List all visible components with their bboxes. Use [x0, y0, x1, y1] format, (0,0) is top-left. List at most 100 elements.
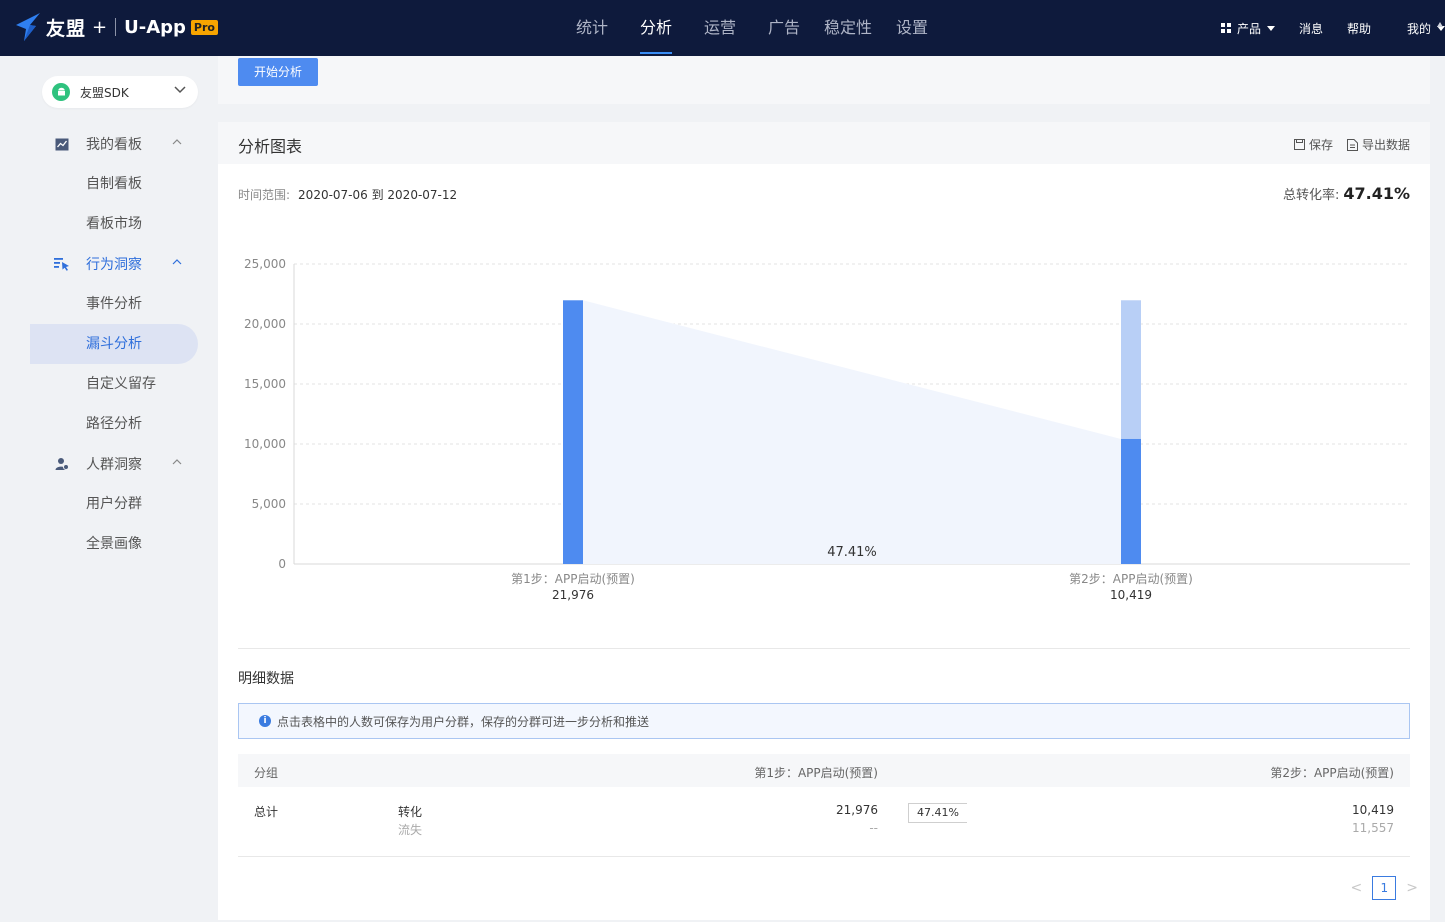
conversion-area	[583, 300, 1121, 564]
info-icon: i	[259, 715, 271, 727]
sidebar-group-audience[interactable]: 人群洞察	[30, 444, 198, 484]
y-tick-label: 0	[278, 557, 286, 571]
funnel-bar	[1121, 438, 1141, 564]
bar-value-label: 10,419	[1110, 588, 1152, 602]
prev-page-button[interactable]: <	[1351, 880, 1363, 896]
sidebar: 友盟SDK 我的看板 自制看板 看板市场 行为洞察 事件分析 漏斗分析 自定义留…	[0, 56, 218, 922]
export-label: 导出数据	[1361, 138, 1410, 152]
y-tick-label: 5,000	[252, 497, 286, 511]
card-header: 分析图表 保存 导出数据	[218, 122, 1430, 164]
step2-convert-count[interactable]: 10,419	[1352, 803, 1394, 817]
sidebar-menu: 我的看板 自制看板 看板市场 行为洞察 事件分析 漏斗分析 自定义留存 路径分析…	[30, 124, 198, 564]
export-data-button[interactable]: 导出数据	[1346, 136, 1410, 153]
bar-value-label: 21,976	[552, 588, 594, 602]
card-actions: 保存 导出数据	[1280, 136, 1410, 153]
nav-guanggao[interactable]: 广告	[752, 0, 816, 56]
android-icon	[52, 83, 70, 101]
products-label: 产品	[1236, 21, 1261, 36]
nav-wendingxing[interactable]: 稳定性	[816, 0, 880, 56]
time-range-label: 时间范围:	[238, 188, 291, 202]
row-group: 总计	[254, 805, 279, 819]
query-panel: 开始分析	[218, 56, 1430, 104]
step1-convert-count[interactable]: 21,976	[836, 803, 878, 817]
behavior-icon	[54, 256, 70, 272]
page-1-button[interactable]: 1	[1372, 876, 1397, 900]
sidebar-item-dashboard-market[interactable]: 看板市场	[30, 204, 198, 244]
pagination: < 1 >	[1351, 876, 1418, 900]
total-conversion-rate: 总转化率: 47.41%	[1283, 184, 1410, 203]
y-tick-label: 10,000	[244, 437, 286, 451]
column-header-step2: 第2步：APP启动(预置)	[1270, 766, 1394, 780]
logo[interactable]: 友盟 + U-App Pro	[14, 10, 218, 44]
info-text: 点击表格中的人数可保存为用户分群，保存的分群可进一步分析和推送	[277, 714, 650, 729]
nav-yunying[interactable]: 运营	[688, 0, 752, 56]
save-button[interactable]: 保存	[1293, 136, 1333, 153]
sidebar-item-user-portrait[interactable]: 全景画像	[30, 524, 198, 564]
help-link[interactable]: 帮助	[1347, 20, 1371, 37]
save-icon	[1293, 139, 1305, 150]
total-rate-label: 总转化率:	[1282, 188, 1340, 203]
step1-lost-count: --	[869, 821, 878, 835]
sidebar-item-funnel-analysis[interactable]: 漏斗分析	[30, 324, 198, 364]
nav-fenxi[interactable]: 分析	[624, 0, 688, 56]
pro-badge: Pro	[190, 19, 218, 35]
chevron-up-icon	[172, 259, 182, 265]
main-nav: 统计 分析 运营 广告 稳定性 设置	[560, 0, 944, 56]
y-tick-label: 25,000	[244, 257, 286, 271]
messages-link[interactable]: 消息	[1299, 20, 1323, 37]
umeng-bird-icon	[16, 13, 40, 41]
products-menu[interactable]: 产品	[1220, 20, 1275, 37]
table-header: 分组 第1步：APP启动(预置) 第2步：APP启动(预置)	[238, 754, 1410, 787]
sidebar-group-label: 我的看板	[86, 137, 142, 153]
sidebar-item-user-segments[interactable]: 用户分群	[30, 484, 198, 524]
x-category-label: 第1步：APP启动(预置)	[511, 572, 635, 586]
nav-shezhi[interactable]: 设置	[880, 0, 944, 56]
grid-icon	[1220, 23, 1231, 33]
sidebar-group-dashboard[interactable]: 我的看板	[30, 124, 198, 164]
start-analysis-button[interactable]: 开始分析	[238, 58, 318, 86]
app-selector[interactable]: 友盟SDK	[42, 76, 198, 108]
user-group-icon	[54, 456, 70, 472]
product-name: U-App	[124, 16, 186, 38]
brand-separator	[115, 18, 117, 36]
funnel-chart: 0 5,000 10,000 15,000 20,000 25,000 第1步：APP启动(…	[244, 257, 1410, 602]
sidebar-group-label: 行为洞察	[86, 257, 142, 273]
sidebar-group-label: 人群洞察	[86, 457, 142, 473]
sidebar-item-custom-dashboard[interactable]: 自制看板	[30, 164, 198, 204]
chart-line-icon	[54, 136, 70, 152]
detail-title: 明细数据	[238, 671, 294, 687]
step2-lost-count[interactable]: 11,557	[1352, 821, 1394, 835]
time-range: 时间范围: 2020-07-06 到 2020-07-12	[238, 186, 457, 203]
save-label: 保存	[1308, 138, 1333, 152]
y-tick-label: 15,000	[244, 377, 286, 391]
scrollbar-up-arrow[interactable]	[1437, 22, 1443, 27]
column-header-group: 分组	[254, 766, 279, 780]
brand-name: 友盟	[46, 17, 87, 40]
export-icon	[1346, 138, 1358, 151]
sidebar-item-custom-retention[interactable]: 自定义留存	[30, 364, 198, 404]
sidebar-group-behavior[interactable]: 行为洞察	[30, 244, 198, 284]
right-nav: 产品 消息 帮助 我的	[1220, 0, 1445, 56]
brand-plus: +	[92, 16, 108, 38]
table-row: 总计 转化 流失 21,976 -- 47.41% 10,419 11,557	[238, 787, 1410, 857]
sidebar-item-event-analysis[interactable]: 事件分析	[30, 284, 198, 324]
conversion-rate-label: 47.41%	[827, 545, 877, 560]
time-range-value: 2020-07-06 到 2020-07-12	[298, 188, 458, 202]
chevron-down-icon	[174, 86, 186, 94]
total-rate-value: 47.41%	[1343, 184, 1410, 203]
chevron-up-icon	[172, 459, 182, 465]
card-title: 分析图表	[238, 137, 303, 156]
nav-tongji[interactable]: 统计	[560, 0, 624, 56]
next-page-button[interactable]: >	[1406, 880, 1418, 896]
y-tick-label: 20,000	[244, 317, 286, 331]
app-selector-label: 友盟SDK	[80, 85, 129, 100]
section-divider	[238, 648, 1410, 649]
detail-table: 分组 第1步：APP启动(预置) 第2步：APP启动(预置) 总计 转化 流失 …	[238, 754, 1410, 857]
column-header-step1: 第1步：APP启动(预置)	[754, 766, 878, 780]
account-label: 我的	[1406, 21, 1431, 36]
top-navbar: 友盟 + U-App Pro 统计 分析 运营 广告 稳定性 设置 产品 消息 …	[0, 0, 1445, 56]
analysis-chart-card: 分析图表 保存 导出数据 时间范围: 2020-07-06 到 2020-07-1…	[218, 122, 1430, 920]
row-lost-label: 流失	[398, 823, 423, 837]
info-banner: i 点击表格中的人数可保存为用户分群，保存的分群可进一步分析和推送	[238, 703, 1410, 739]
sidebar-item-path-analysis[interactable]: 路径分析	[30, 404, 198, 444]
